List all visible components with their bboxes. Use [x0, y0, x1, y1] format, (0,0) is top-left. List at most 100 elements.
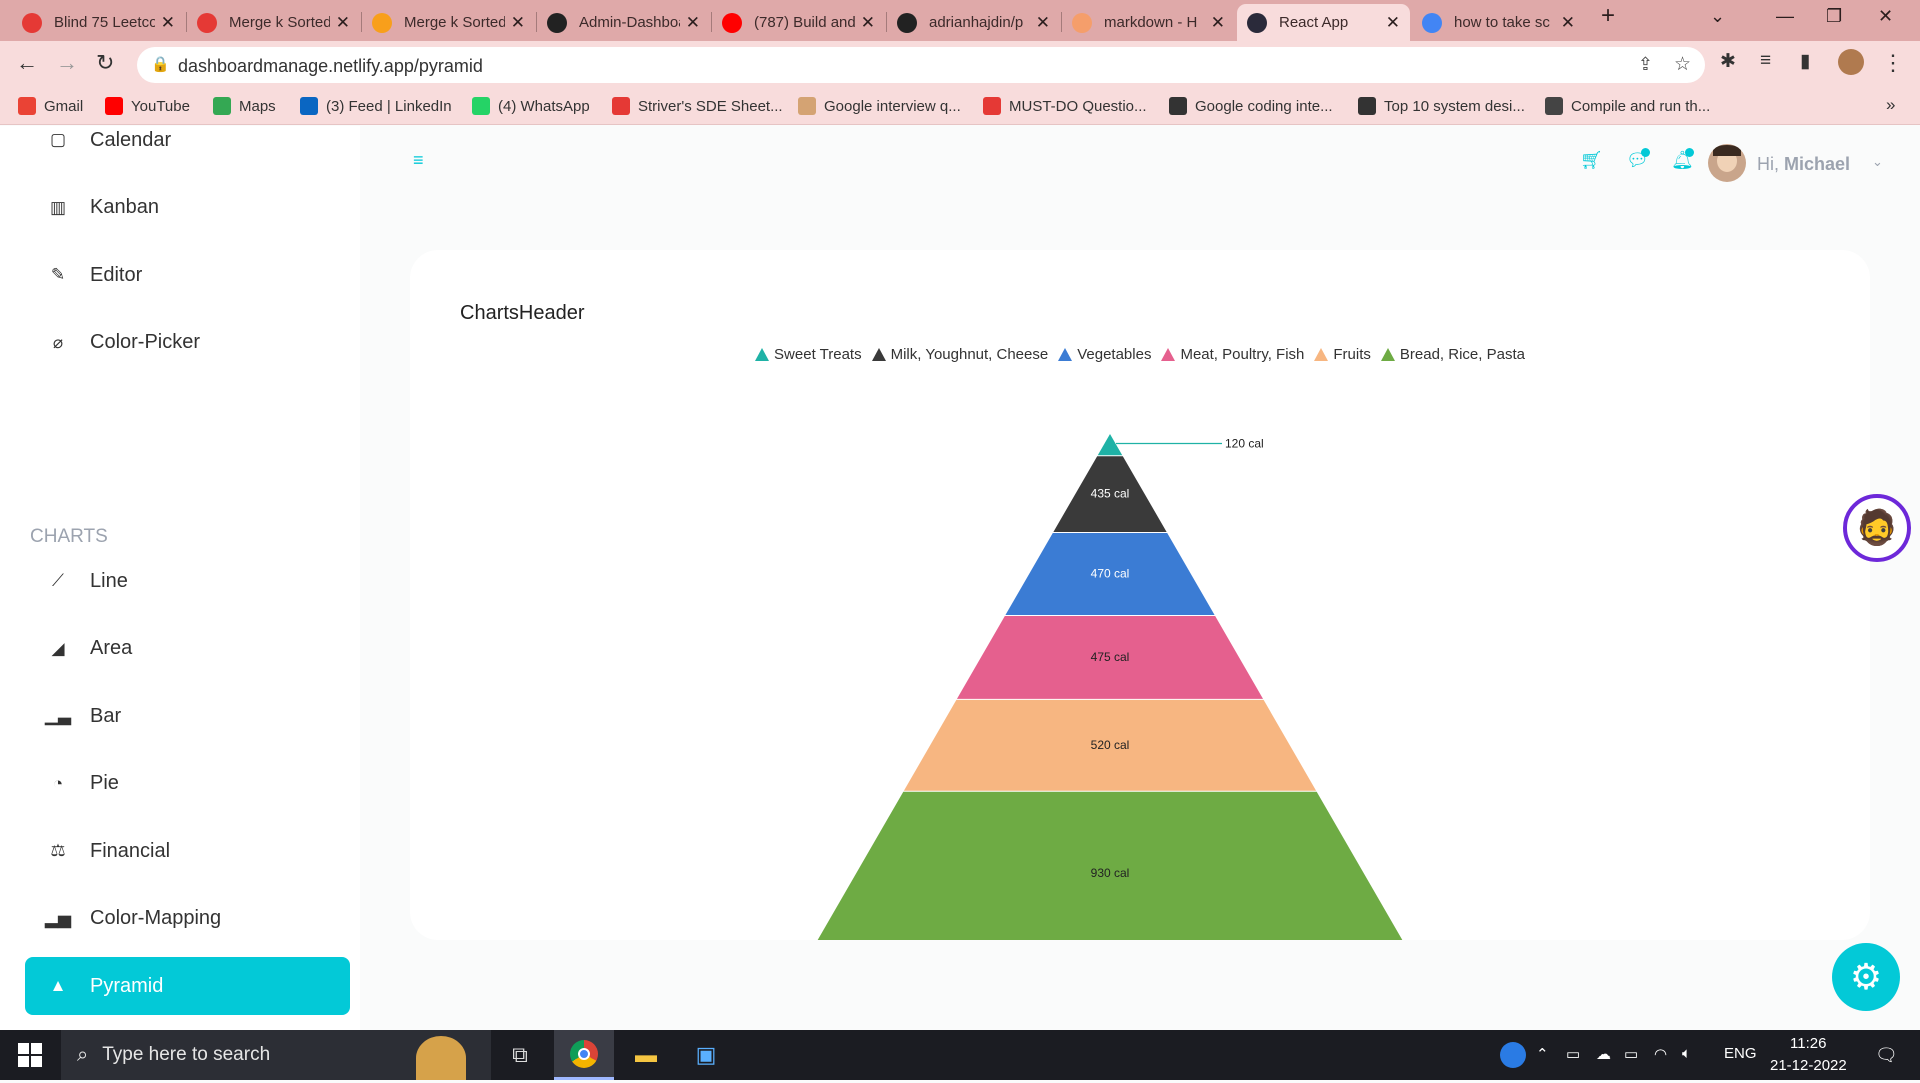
chevron-down-icon[interactable]: ⌄	[1872, 154, 1883, 170]
clock-date[interactable]: 21-12-2022	[1770, 1057, 1847, 1074]
sidebar-item-label: Color-Mapping	[90, 907, 222, 929]
sidebar-item-pie[interactable]: ◔ Pie	[25, 755, 350, 813]
sidebar-item-editor[interactable]: ✎ Editor	[25, 246, 350, 304]
close-tab-icon[interactable]: ✕	[1561, 13, 1575, 33]
browser-tab[interactable]: markdown - H ✕	[1062, 4, 1235, 41]
google-icon	[1422, 12, 1442, 33]
forward-icon[interactable]: →	[56, 50, 78, 76]
browser-tab[interactable]: Merge k Sorted ✕	[187, 4, 360, 41]
media-control-icon[interactable]: ≡	[1760, 50, 1771, 72]
sidebar-item-financial[interactable]: ⚖ Financial	[25, 822, 350, 880]
battery-icon[interactable]: ▭	[1624, 1045, 1638, 1063]
bookmark-item[interactable]: Google interview q...	[798, 97, 961, 115]
restore-icon[interactable]: ❐	[1826, 6, 1842, 27]
tab-separator	[186, 12, 187, 32]
chrome-taskbar-icon[interactable]	[554, 1030, 614, 1080]
tab-separator	[886, 12, 887, 32]
browser-tab[interactable]: React App ✕	[1237, 4, 1410, 41]
bot-avatar-icon[interactable]: 🧔	[1843, 494, 1911, 562]
bookmark-item[interactable]: Google coding inte...	[1169, 97, 1333, 115]
minimize-icon[interactable]: —	[1776, 6, 1794, 27]
windows-start-icon[interactable]	[18, 1043, 42, 1067]
cc-icon	[1545, 97, 1563, 115]
close-tab-icon[interactable]: ✕	[161, 13, 175, 33]
close-tab-icon[interactable]: ✕	[686, 13, 700, 33]
sidebar-item-bar[interactable]: ▁▃ Bar	[25, 687, 350, 745]
tab-title: markdown - H	[1104, 14, 1198, 31]
color-mapping-icon: ▂▅	[44, 908, 72, 928]
github-icon	[897, 12, 917, 33]
profile-avatar[interactable]	[1838, 49, 1864, 75]
sidebar-item-pyramid[interactable]: ▲ Pyramid	[25, 957, 350, 1015]
browser-tab[interactable]: how to take sc ✕	[1412, 4, 1585, 41]
meet-now-icon[interactable]: ▭	[1566, 1045, 1580, 1063]
sidebar-item-color-picker[interactable]: ⌀ Color-Picker	[25, 314, 350, 372]
file-explorer-icon[interactable]: ▬	[616, 1030, 676, 1080]
close-tab-icon[interactable]: ✕	[336, 13, 350, 33]
omnibox[interactable]: 🔒 dashboardmanage.netlify.app/pyramid ⇪ …	[137, 47, 1705, 83]
windows-taskbar: ⌕ Type here to search ⧉ ▬ ▣ ⌃ ▭ ☁ ▭ ◠ 🔈︎…	[0, 1030, 1920, 1080]
reload-icon[interactable]: ↻	[96, 50, 114, 76]
share-icon[interactable]: ⇪	[1638, 54, 1653, 75]
area-chart-icon: ◢	[51, 638, 65, 658]
new-tab-icon[interactable]: +	[1601, 2, 1615, 30]
sidebar-section-title: CHARTS	[30, 526, 108, 547]
close-tab-icon[interactable]: ✕	[511, 13, 525, 33]
close-tab-icon[interactable]: ✕	[1386, 13, 1400, 33]
clock-time[interactable]: 11:26	[1790, 1035, 1826, 1052]
tab-search-icon[interactable]: ⌄	[1710, 6, 1725, 27]
language-indicator[interactable]: ENG	[1724, 1045, 1757, 1062]
sidebar-item-color-mapping[interactable]: ▂▅ Color-Mapping	[25, 890, 350, 948]
back-icon[interactable]: ←	[16, 50, 38, 76]
photos-icon[interactable]: ▣	[676, 1030, 736, 1080]
bookmark-item[interactable]: Top 10 system desi...	[1358, 97, 1525, 115]
editor-icon: ✎	[50, 265, 66, 284]
financial-icon: ⚖	[50, 841, 66, 860]
close-tab-icon[interactable]: ✕	[1211, 13, 1225, 33]
side-panel-icon[interactable]: ▮	[1800, 50, 1810, 73]
bookmark-star-icon[interactable]: ☆	[1674, 53, 1691, 76]
pyramid-icon: ▲	[49, 976, 67, 995]
url-text[interactable]: dashboardmanage.netlify.app/pyramid	[178, 56, 483, 77]
sidebar-item-kanban[interactable]: ▥ Kanban	[25, 179, 350, 237]
more-bookmarks-icon[interactable]: »	[1886, 95, 1895, 115]
cart-icon[interactable]: 🛒︎	[1580, 150, 1603, 171]
task-view-icon[interactable]: ⧉	[490, 1030, 550, 1080]
extensions-icon[interactable]: ✱	[1720, 50, 1736, 73]
bookmark-label: (4) WhatsApp	[498, 97, 590, 115]
notifications-icon[interactable]: 🗨︎	[1875, 1045, 1898, 1066]
close-tab-icon[interactable]: ✕	[1036, 13, 1050, 33]
sidebar-item-calendar[interactable]: ▢ Calendar	[25, 111, 350, 169]
terminal-icon	[1169, 97, 1187, 115]
user-greeting[interactable]: Hi, Michael	[1757, 154, 1850, 175]
browser-tab[interactable]: (787) Build and ✕	[712, 4, 885, 41]
user-avatar[interactable]	[1708, 144, 1746, 182]
tab-separator	[361, 12, 362, 32]
menu-icon[interactable]: ≡	[413, 150, 424, 171]
bookmark-item[interactable]: Compile and run th...	[1545, 97, 1710, 115]
calendar-icon: ▢	[49, 130, 67, 149]
tab-title: Blind 75 Leetcode	[54, 14, 155, 31]
volume-icon[interactable]: 🔈︎	[1682, 1045, 1691, 1062]
bookmark-item[interactable]: (4) WhatsApp	[472, 97, 590, 115]
tuf-icon	[612, 97, 630, 115]
browser-tab[interactable]: Blind 75 Leetcode ✕	[12, 4, 185, 41]
browser-tab[interactable]: Admin-Dashboard ✕	[537, 4, 710, 41]
close-tab-icon[interactable]: ✕	[861, 13, 875, 33]
sidebar-item-area[interactable]: ◢ Area	[25, 620, 350, 678]
bookmark-item[interactable]: MUST-DO Questio...	[983, 97, 1147, 115]
close-window-icon[interactable]: ✕	[1878, 6, 1893, 27]
bookmark-item[interactable]: Striver's SDE Sheet...	[612, 97, 783, 115]
sidebar-item-line[interactable]: ⟋ Line	[25, 552, 350, 610]
tray-expand-icon[interactable]: ⌃	[1536, 1045, 1549, 1063]
browser-tab[interactable]: Merge k Sorted ✕	[362, 4, 535, 41]
chrome-menu-icon[interactable]: ⋮	[1882, 50, 1904, 76]
pyramid-segment[interactable]	[1097, 434, 1123, 456]
terminal-icon	[1358, 97, 1376, 115]
settings-gear-icon[interactable]: ⚙	[1832, 943, 1900, 1011]
taskbar-search[interactable]: ⌕ Type here to search	[61, 1030, 491, 1080]
help-icon[interactable]	[1500, 1042, 1526, 1068]
browser-tab[interactable]: adrianhajdin/p ✕	[887, 4, 1060, 41]
onedrive-icon[interactable]: ☁	[1596, 1045, 1611, 1063]
wifi-icon[interactable]: ◠	[1654, 1045, 1667, 1063]
